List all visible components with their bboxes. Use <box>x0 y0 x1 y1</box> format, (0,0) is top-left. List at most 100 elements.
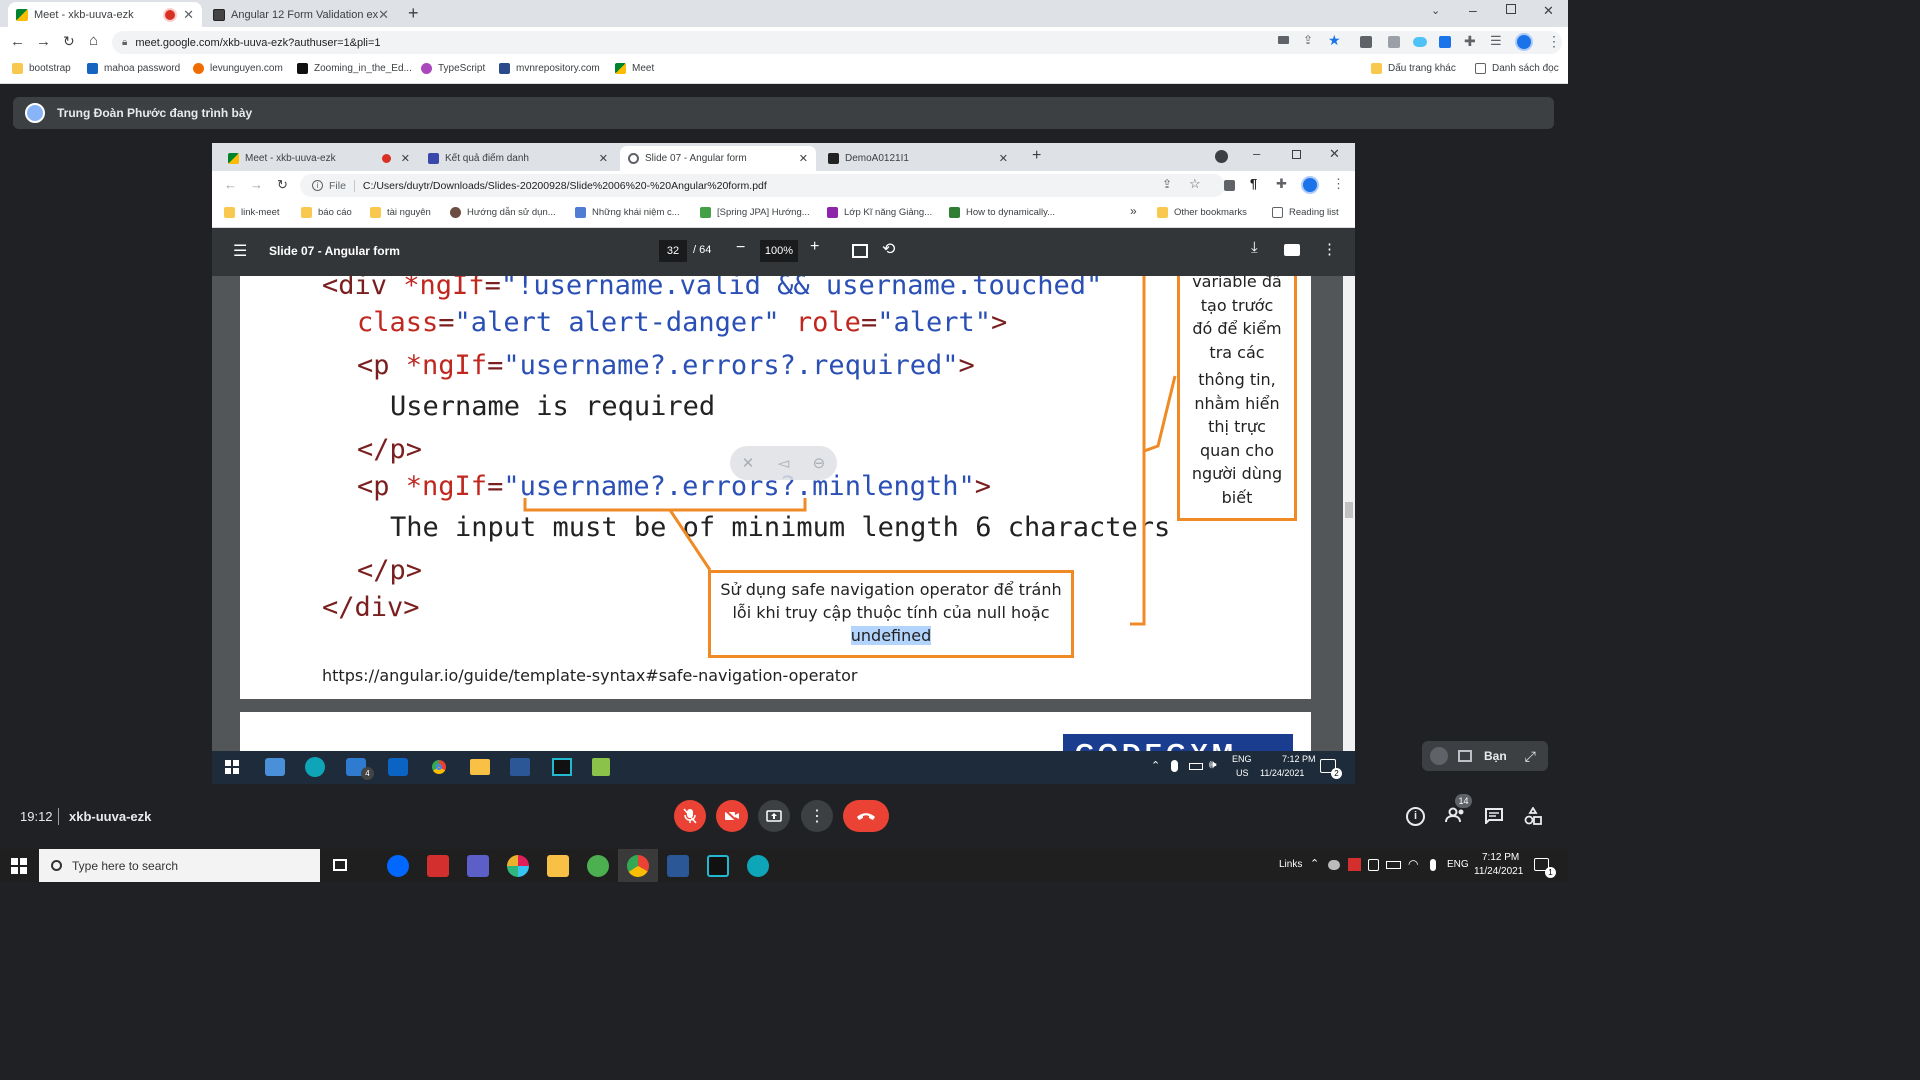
forward-icon[interactable]: → <box>36 33 51 50</box>
omnibox[interactable]: 🔒︎ meet.google.com/xkb-uuva-ezk?authuser… <box>112 31 1562 54</box>
battery-icon[interactable] <box>1386 861 1401 869</box>
shared-bookmarks-bar: link-meet báo cáo tài nguyên Hướng dẫn s… <box>212 201 1355 228</box>
taskbar-search[interactable]: Type here to search <box>39 849 320 882</box>
reading-list-icon[interactable]: ☰ <box>1490 33 1502 49</box>
slide-link: https://angular.io/guide/template-syntax… <box>322 666 858 685</box>
reading-list-icon <box>1272 207 1283 218</box>
menu-icon[interactable]: ⋮ <box>1547 33 1561 50</box>
slack-icon[interactable] <box>507 855 529 877</box>
chrome-icon[interactable] <box>627 855 649 877</box>
present-icon <box>766 810 782 822</box>
restore-button[interactable] <box>1506 4 1516 14</box>
bookmark-item[interactable]: TypeScript <box>421 63 485 74</box>
people-icon <box>1445 807 1464 823</box>
home-icon[interactable]: ⌂ <box>89 32 98 49</box>
webstorm-icon <box>552 758 572 776</box>
globe-icon <box>628 153 639 164</box>
bookmark-icon <box>827 207 838 218</box>
share-icon[interactable]: ⇪ <box>1303 33 1313 47</box>
star-icon[interactable]: ★ <box>1328 32 1341 49</box>
explorer-icon[interactable] <box>547 855 569 877</box>
edge-icon[interactable] <box>747 855 769 877</box>
bookmark-item: Hướng dẫn sử dụn... <box>450 207 556 218</box>
app-icon[interactable] <box>427 855 449 877</box>
minimize-button: – <box>1253 146 1261 161</box>
bookmark-icon <box>450 207 461 218</box>
close-icon[interactable]: ✕ <box>183 7 194 23</box>
app-icon[interactable] <box>587 855 609 877</box>
bookmark-item[interactable]: Meet <box>615 63 654 74</box>
bookmark-folder[interactable]: Dấu trang khác <box>1371 63 1456 74</box>
avatar[interactable] <box>1515 33 1533 51</box>
zoom-input: 100% <box>760 240 798 262</box>
unpin-icon: ✕ <box>741 455 755 472</box>
close-window-button[interactable]: ✕ <box>1543 3 1554 19</box>
teams-icon[interactable] <box>467 855 489 877</box>
extension-icon[interactable] <box>1388 36 1400 48</box>
edge-icon <box>305 757 325 777</box>
bookmark-item[interactable]: mvnrepository.com <box>499 63 600 74</box>
camera-off-icon <box>724 810 739 822</box>
mic-button[interactable] <box>674 800 706 832</box>
address-bar-row: ← → ↻ ⌂ 🔒︎ meet.google.com/xkb-uuva-ezk?… <box>0 27 1568 58</box>
camera-off-icon <box>1458 750 1472 762</box>
clock-time[interactable]: 7:12 PM <box>1482 852 1519 863</box>
leave-call-button[interactable] <box>843 800 889 832</box>
tab-slide: Slide 07 - Angular form ✕ <box>620 146 816 171</box>
presenter-banner: Trung Đoàn Phước đang trình bày <box>13 97 1554 129</box>
browser-tab-bar: Meet - xkb-uuva-ezk ✕ Angular 12 Form Va… <box>0 0 1568 27</box>
app-icon <box>265 758 285 776</box>
chat-button[interactable] <box>1485 808 1503 824</box>
tray-arrow-icon[interactable]: ⌃ <box>1310 857 1319 870</box>
extension-icon[interactable] <box>1413 37 1427 47</box>
bookmark-item[interactable]: bootstrap <box>12 63 71 74</box>
word-icon <box>510 758 530 776</box>
page-total: / 64 <box>693 244 712 256</box>
webstorm-icon[interactable] <box>707 855 729 877</box>
links-toolbar[interactable]: Links <box>1279 859 1302 870</box>
folder-icon <box>1371 63 1382 74</box>
mic-icon[interactable] <box>1430 859 1436 871</box>
extension-icon[interactable] <box>1439 36 1451 48</box>
puzzle-icon[interactable]: ✚ <box>1464 33 1476 50</box>
new-tab-button[interactable]: + <box>408 3 419 24</box>
more-options-button[interactable]: ⋮ <box>801 800 833 832</box>
word-icon[interactable] <box>667 855 689 877</box>
tray-icon[interactable] <box>1368 859 1379 871</box>
clock-date[interactable]: 11/24/2021 <box>1474 866 1523 877</box>
self-view-tile[interactable]: Bạn ⤢ <box>1422 741 1548 771</box>
shared-address-bar: ← → ↻ i File C:/Users/duytr/Downloads/Sl… <box>212 171 1355 201</box>
task-view-icon[interactable] <box>333 859 347 871</box>
minimize-button[interactable]: – <box>1469 2 1477 18</box>
bookmark-item: báo cáo <box>301 207 352 218</box>
back-icon[interactable]: ← <box>10 33 25 50</box>
present-button[interactable] <box>758 800 790 832</box>
expand-icon[interactable]: ⤢ <box>1525 748 1536 765</box>
windows-start-icon[interactable] <box>11 858 27 874</box>
language-indicator[interactable]: ENG <box>1447 859 1469 870</box>
mic-icon <box>1171 760 1178 772</box>
tab-meet[interactable]: Meet - xkb-uuva-ezk ✕ <box>8 2 202 27</box>
camera-button[interactable] <box>716 800 748 832</box>
activities-button[interactable] <box>1524 807 1542 825</box>
tray-icon[interactable] <box>1348 858 1361 871</box>
wifi-icon[interactable]: ◠ <box>1408 857 1418 871</box>
rotate-icon: ⟲ <box>882 241 896 258</box>
reload-icon[interactable]: ↻ <box>63 33 75 50</box>
camera-icon[interactable] <box>1278 36 1289 44</box>
extension-icon[interactable] <box>1360 36 1372 48</box>
close-icon[interactable]: ✕ <box>378 7 389 23</box>
participants-button[interactable] <box>1445 806 1467 826</box>
bookmark-item[interactable]: levunguyen.com <box>193 63 283 74</box>
bookmark-item[interactable]: Zooming_in_the_Ed... <box>297 63 412 74</box>
reading-list[interactable]: Danh sách đọc <box>1475 63 1559 74</box>
tab-search-icon[interactable]: ⌄ <box>1431 4 1440 17</box>
mute-icon: ◅ <box>777 455 790 472</box>
back-icon: ← <box>224 177 237 192</box>
bookmark-item[interactable]: mahoa password <box>87 63 180 74</box>
tab-angular-form[interactable]: Angular 12 Form Validation exam ✕ <box>205 2 397 27</box>
tray-icon[interactable] <box>1328 860 1340 870</box>
info-button[interactable]: i <box>1406 807 1425 826</box>
meet-icon <box>615 63 626 74</box>
zalo-icon[interactable] <box>387 855 409 877</box>
